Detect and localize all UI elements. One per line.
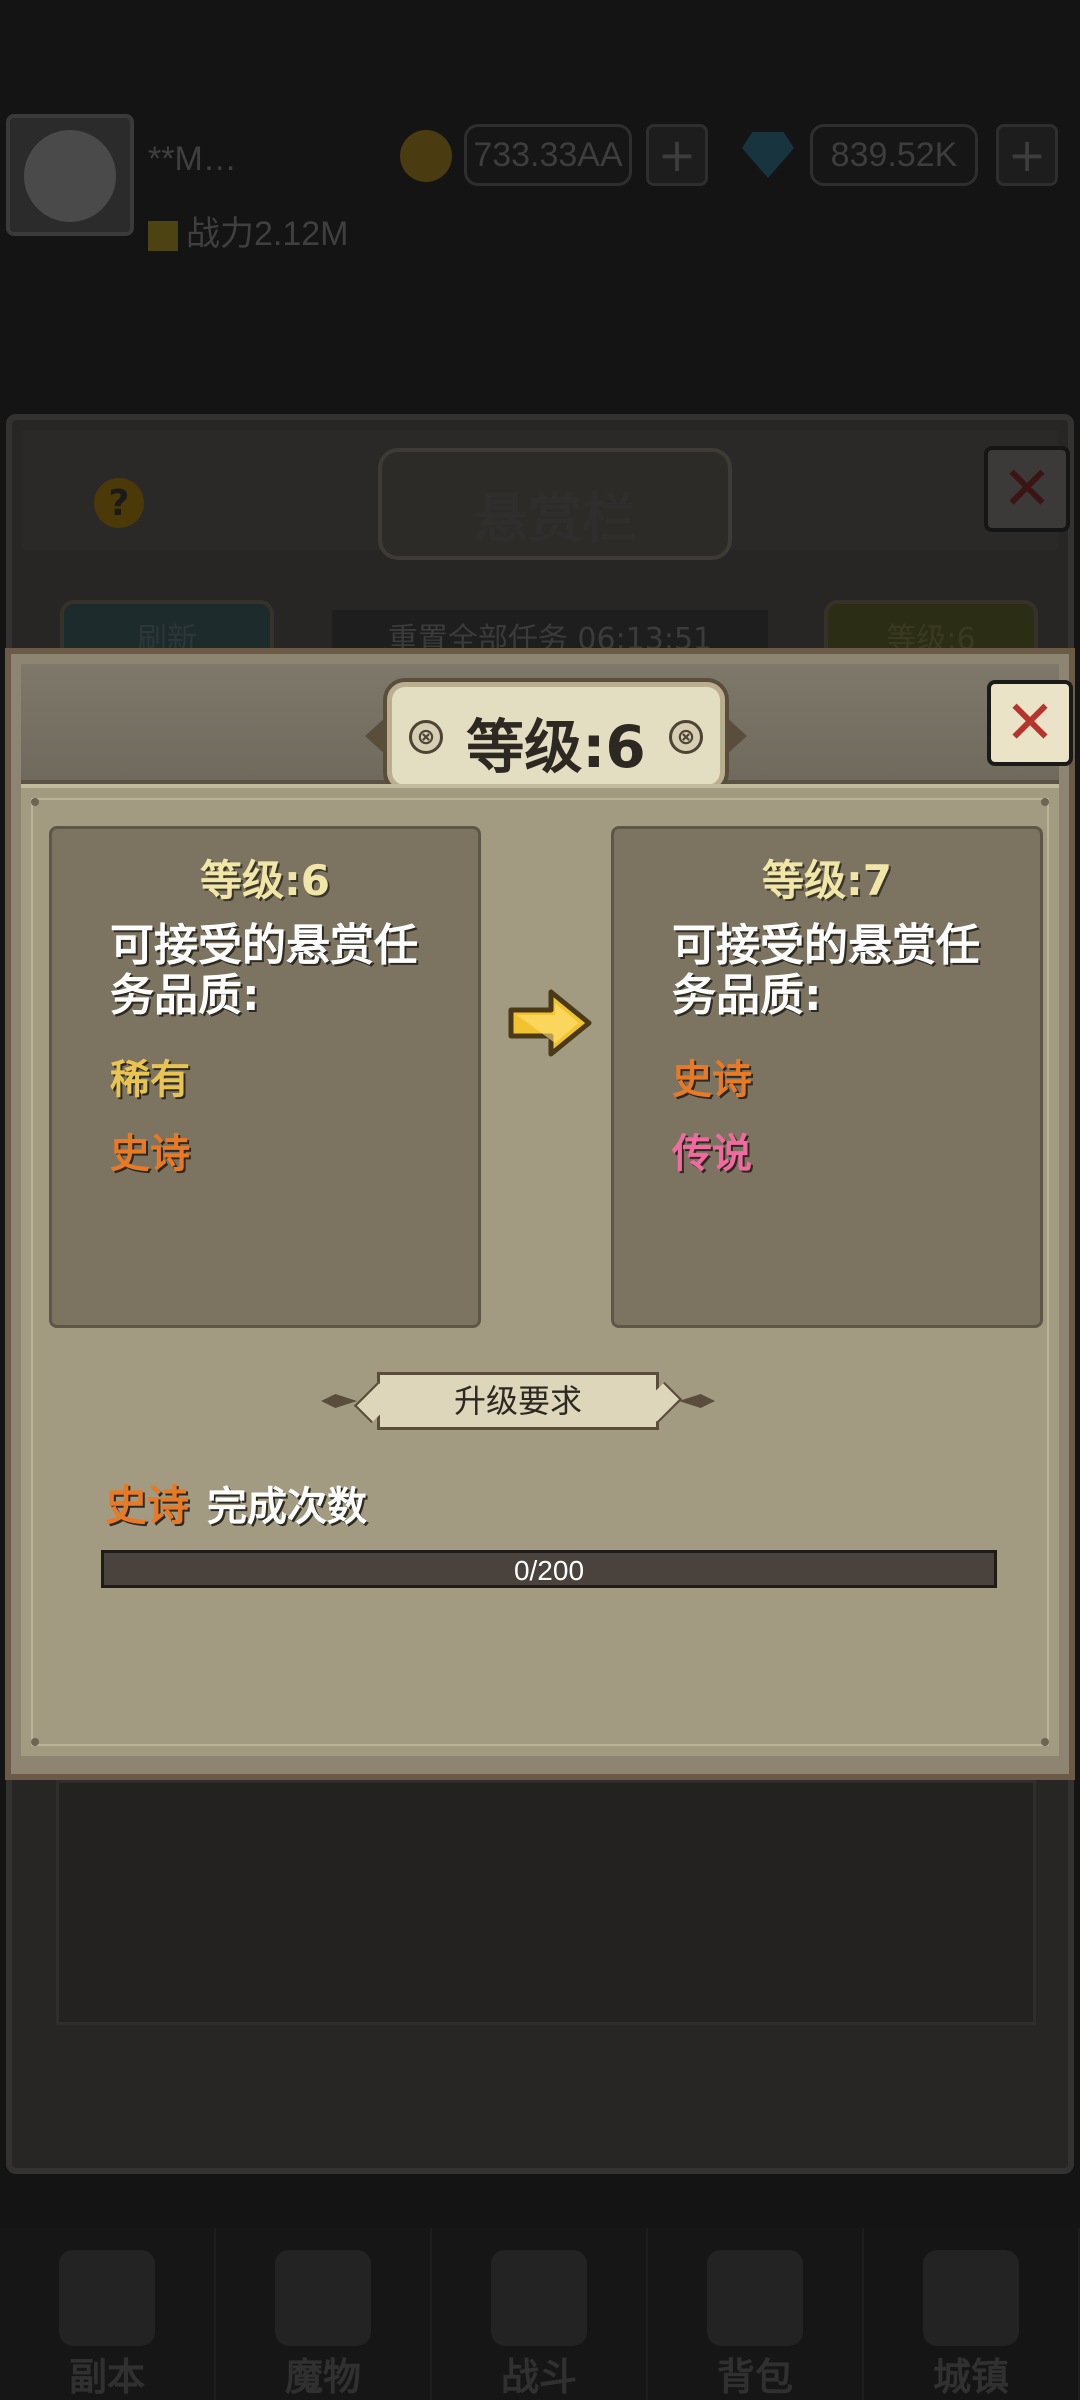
dialog-body: 等级:6 可接受的悬赏任务品质: 稀有 史诗 等级:7 可接受的悬赏任务品质: … — [21, 784, 1059, 1756]
next-level-card: 等级:7 可接受的悬赏任务品质: 史诗 传说 — [611, 826, 1043, 1328]
corner-rivet — [31, 1738, 39, 1746]
avatar-face — [24, 130, 116, 222]
current-level-card: 等级:6 可接受的悬赏任务品质: 稀有 史诗 — [49, 826, 481, 1328]
backpack-icon — [707, 2250, 803, 2346]
current-level-description: 可接受的悬赏任务品质: — [110, 920, 418, 1021]
quality-rare: 稀有 — [110, 1057, 190, 1103]
corner-rivet — [1041, 798, 1049, 806]
title-plate: ⊗ 等级:6 ⊗ — [383, 678, 729, 794]
dialog-header: ⊗ 等级:6 ⊗ ✕ — [21, 664, 1073, 794]
nav-item-dungeon[interactable]: 副本 — [0, 2228, 216, 2400]
medal-icon — [148, 221, 178, 252]
swords-icon — [491, 2250, 587, 2346]
gold-amount: 733.33AA — [464, 124, 632, 186]
player-name: **M… — [148, 140, 237, 178]
nav-item-monsters[interactable]: 魔物 — [216, 2228, 432, 2400]
quality-epic: 史诗 — [110, 1131, 190, 1177]
progress-text: 0/200 — [513, 1555, 585, 1586]
power-value: 战力2.12M — [186, 215, 349, 253]
rivet-icon: ⊗ — [669, 720, 703, 754]
nav-label: 魔物 — [284, 2355, 361, 2399]
top-bar: **M… 战力2.12M 733.33AA + 839.52K + — [0, 110, 1080, 253]
nav-item-backpack[interactable]: 背包 — [648, 2228, 864, 2400]
requirement-label: 完成次数 — [207, 1484, 368, 1530]
next-level-label: 等级:7 — [761, 856, 893, 905]
nav-label: 背包 — [716, 2355, 793, 2399]
current-level-label: 等级:6 — [199, 856, 331, 905]
corner-rivet — [1041, 1738, 1049, 1746]
nav-item-town[interactable]: 城镇 — [864, 2228, 1080, 2400]
arrow-right-icon — [507, 988, 593, 1058]
gem-icon — [742, 132, 794, 178]
task-list — [56, 1780, 1036, 2025]
monster-icon — [275, 2250, 371, 2346]
help-icon[interactable]: ? — [94, 478, 144, 528]
nav-label: 战斗 — [500, 2355, 577, 2399]
requirement-title: 升级要求 — [453, 1382, 582, 1420]
corner-rivet — [31, 798, 39, 806]
nav-label: 副本 — [68, 2355, 145, 2399]
requirement-quality: 史诗 — [105, 1481, 190, 1530]
player-avatar[interactable] — [6, 114, 134, 236]
power-display: 战力2.12M — [148, 206, 349, 255]
nav-label: 城镇 — [932, 2355, 1009, 2399]
requirement-banner: 升级要求 — [377, 1372, 659, 1430]
progress-bar: 0/200 — [101, 1550, 997, 1588]
add-gold-button[interactable]: + — [646, 124, 708, 186]
gold-coin-icon — [400, 130, 452, 182]
bottom-nav: 副本 魔物 战斗 背包 城镇 — [0, 2228, 1080, 2400]
bounty-close-button[interactable]: ✕ — [984, 446, 1070, 532]
level-dialog: ⊗ 等级:6 ⊗ ✕ 等级:6 可接受的悬赏任务品质: 稀有 史诗 等级:7 可… — [5, 648, 1075, 1780]
map-icon — [59, 2250, 155, 2346]
castle-icon — [923, 2250, 1019, 2346]
bounty-panel-header: ? 悬赏栏 ✕ — [22, 430, 1070, 560]
requirement-line: 史诗 完成次数 — [105, 1472, 367, 1533]
next-level-description: 可接受的悬赏任务品质: — [672, 920, 980, 1021]
close-button[interactable]: ✕ — [987, 680, 1073, 766]
bounty-title: 悬赏栏 — [474, 487, 636, 550]
quality-epic: 史诗 — [672, 1057, 752, 1103]
bounty-title-plate: 悬赏栏 — [378, 448, 732, 560]
quality-legendary: 传说 — [672, 1131, 752, 1177]
nav-item-battle[interactable]: 战斗 — [432, 2228, 648, 2400]
add-gem-button[interactable]: + — [996, 124, 1058, 186]
gem-amount: 839.52K — [810, 124, 978, 186]
